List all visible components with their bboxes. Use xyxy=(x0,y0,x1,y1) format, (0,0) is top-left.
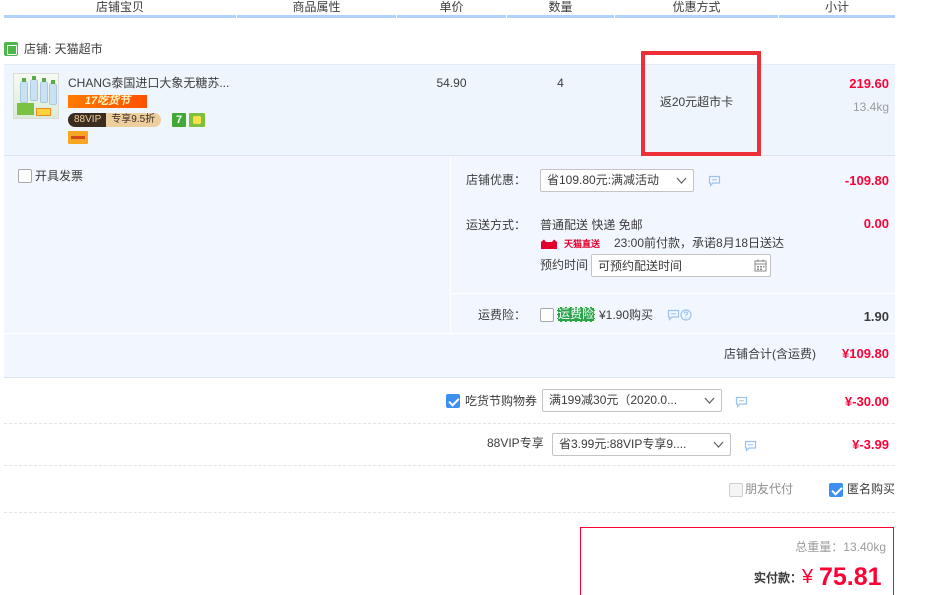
panel-divider xyxy=(4,333,895,334)
guarantee-icon[interactable] xyxy=(189,113,205,127)
insurance-badge: 运费险 xyxy=(557,307,595,322)
total-amount: 75.81 xyxy=(819,563,882,591)
shop-name[interactable]: 店铺: 天猫超市 xyxy=(24,42,103,56)
coupon-label[interactable]: 吃货节购物券 xyxy=(465,394,537,408)
shop-discount-label: 店铺优惠： xyxy=(466,173,527,187)
promo-banner: 17吃货节 xyxy=(68,95,147,108)
shipping-label: 运送方式： xyxy=(466,218,527,232)
total-weight-value: 13.40kg xyxy=(843,540,886,554)
seven-day-return-icon[interactable]: 7 xyxy=(172,113,186,127)
vip-select[interactable]: 省3.99元:88VIP专享9.... xyxy=(552,433,731,456)
column-header-item: 店铺宝贝 xyxy=(4,0,236,18)
invoice-checkbox[interactable] xyxy=(18,169,32,183)
chevron-down-icon xyxy=(676,177,687,184)
product-title-link[interactable]: CHANG泰国进口大象无糖苏... xyxy=(68,76,229,90)
card-payment-icon[interactable] xyxy=(68,131,88,144)
chevron-down-icon xyxy=(704,397,715,404)
tmall-supermarket-icon xyxy=(4,42,18,56)
panel-divider-vertical xyxy=(450,157,451,333)
highlight-box xyxy=(641,51,761,156)
column-header-quantity: 数量 xyxy=(507,0,614,18)
row-divider xyxy=(4,465,895,466)
item-subtotal: 219.60 xyxy=(849,76,889,91)
total-weight: 总重量：13.40kg xyxy=(760,540,886,554)
shop-total-amount: ¥109.80 xyxy=(842,346,889,361)
panel-divider xyxy=(451,293,895,294)
delivery-promise: 23:00前付款，承诺8月18日送达 xyxy=(614,236,785,250)
coupon-select[interactable]: 满199减30元（2020.0... xyxy=(542,389,722,412)
vip-badge-label: 88VIP xyxy=(68,113,107,127)
vip-selected: 省3.99元:88VIP专享9.... xyxy=(559,437,687,451)
insurance-price: ¥1.90购买 xyxy=(599,308,654,322)
invoice-label[interactable]: 开具发票 xyxy=(35,169,83,183)
vip-label: 88VIP专享 xyxy=(487,436,544,450)
chat-bubble-icon[interactable] xyxy=(667,309,680,321)
total-weight-label: 总重量： xyxy=(795,540,844,554)
tmall-direct-logo: 天猫直送 xyxy=(540,238,600,250)
coupon-amount: ¥-30.00 xyxy=(844,394,889,409)
pay-label: 实付款： xyxy=(754,571,803,585)
insurance-label: 运费险： xyxy=(478,308,527,322)
appointment-time-input[interactable] xyxy=(592,255,752,276)
insurance-amount: 1.90 xyxy=(863,309,889,324)
chat-bubble-icon[interactable] xyxy=(744,440,757,452)
vip-amount: ¥-3.99 xyxy=(852,437,889,452)
column-header-attributes: 商品属性 xyxy=(237,0,396,18)
shipping-method: 普通配送 快递 免邮 xyxy=(540,218,643,232)
anonymous-label[interactable]: 匿名购买 xyxy=(847,482,895,496)
product-thumbnail[interactable] xyxy=(13,73,59,119)
friend-pay-label[interactable]: 朋友代付 xyxy=(745,482,793,496)
anonymous-checkbox[interactable] xyxy=(829,483,843,497)
vip-discount-badge: 88VIP 专享9.5折 xyxy=(68,113,162,127)
appointment-time-field[interactable] xyxy=(591,254,771,277)
chat-bubble-icon[interactable] xyxy=(735,396,748,408)
tmall-direct-label: 天猫直送 xyxy=(564,239,601,249)
column-header-subtotal: 小计 xyxy=(779,0,895,18)
currency-symbol: ¥ xyxy=(802,566,814,588)
calendar-icon[interactable] xyxy=(754,259,767,272)
coupon-selected: 满199减30元（2020.0... xyxy=(549,393,678,407)
vip-discount-label: 专享9.5折 xyxy=(106,113,162,127)
item-weight: 13.4kg xyxy=(852,100,889,114)
row-divider xyxy=(4,423,895,424)
friend-pay-checkbox[interactable] xyxy=(729,483,743,497)
unit-price: 54.90 xyxy=(436,76,467,90)
shop-discount-select[interactable]: 省109.80元:满减活动 xyxy=(540,169,694,192)
quantity-value: 4 xyxy=(557,76,564,90)
column-header-price: 单价 xyxy=(397,0,506,18)
column-header-promotion: 优惠方式 xyxy=(615,0,778,18)
coupon-checkbox[interactable] xyxy=(446,394,460,408)
tmall-cat-icon xyxy=(541,239,557,249)
chevron-down-icon xyxy=(713,441,724,448)
row-divider xyxy=(4,512,895,513)
help-question-icon[interactable] xyxy=(680,309,692,321)
shipping-amount: 0.00 xyxy=(863,216,889,231)
shop-discount-selected: 省109.80元:满减活动 xyxy=(547,173,660,187)
chat-bubble-icon[interactable] xyxy=(708,175,721,187)
appointment-label: 预约时间 xyxy=(540,258,589,272)
shop-discount-amount: -109.80 xyxy=(844,173,889,188)
insurance-checkbox[interactable] xyxy=(540,308,554,322)
checkout-page: 店铺宝贝 商品属性 单价 数量 优惠方式 小计 店铺: 天猫超市 CHANG泰国… xyxy=(0,0,926,595)
